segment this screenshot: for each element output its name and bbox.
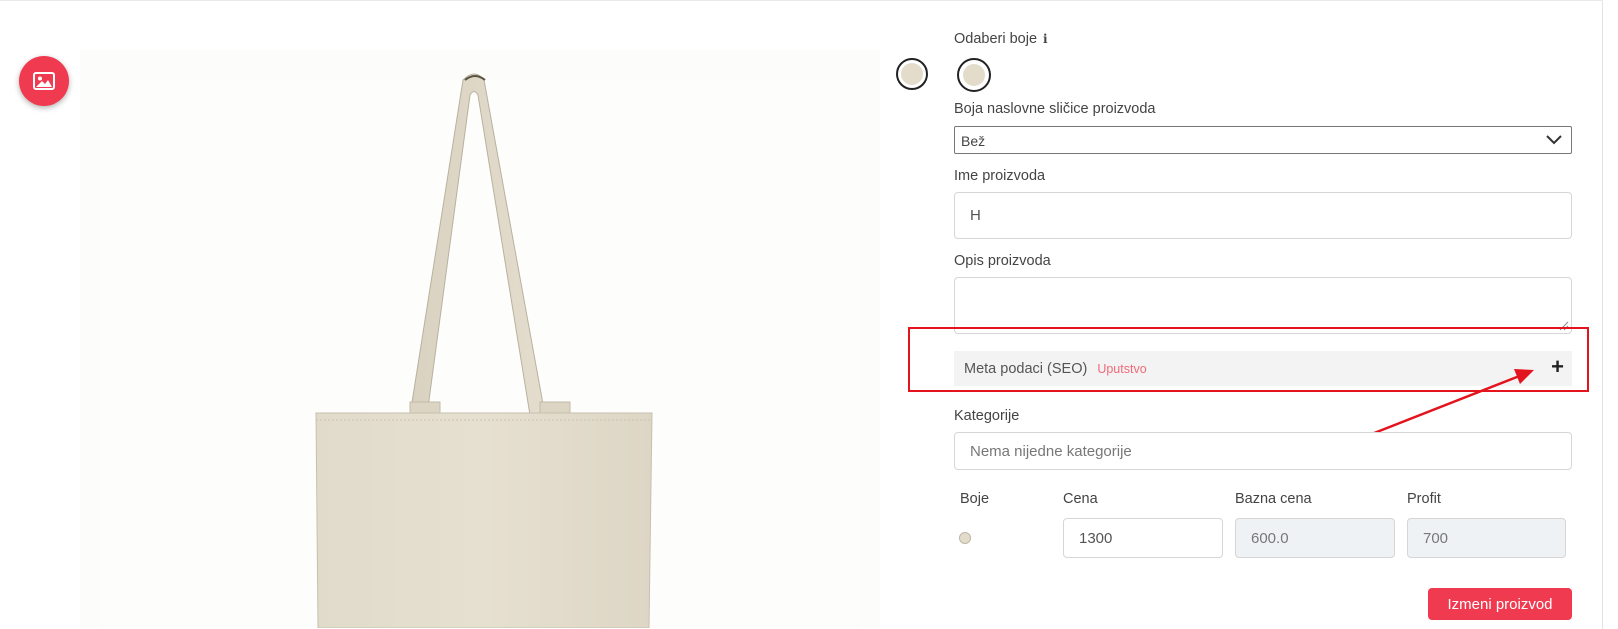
- description-label: Opis proizvoda: [954, 253, 1051, 269]
- color-dot: [963, 64, 985, 86]
- row-color-dot: [959, 532, 971, 544]
- profit-value: 700: [1423, 529, 1449, 547]
- pricing-header-base-price: Bazna cena: [1235, 491, 1312, 507]
- annotation-highlight-box: [908, 327, 1589, 392]
- base-price-field: 600.0: [1235, 518, 1395, 558]
- color-option-swatch[interactable]: [957, 58, 991, 92]
- pricing-header-profit: Profit: [1407, 491, 1441, 507]
- categories-label: Kategorije: [954, 408, 1020, 424]
- product-name-input[interactable]: H: [954, 192, 1572, 239]
- change-image-button[interactable]: [19, 56, 69, 106]
- thumbnail-color-select[interactable]: Bež: [954, 126, 1572, 154]
- info-icon[interactable]: i: [1043, 32, 1048, 46]
- thumbnail-color-label: Boja naslovne sličice proizvoda: [954, 101, 1156, 117]
- choose-colors-label: Odaberi boje i: [954, 31, 1048, 47]
- selected-color-swatch[interactable]: [896, 58, 928, 90]
- price-value: 1300: [1079, 529, 1113, 547]
- thumbnail-color-value: Bež: [961, 133, 986, 149]
- description-textarea[interactable]: [954, 277, 1572, 334]
- price-input[interactable]: 1300: [1063, 518, 1223, 558]
- product-preview: [80, 50, 880, 628]
- tote-bag-image: [100, 73, 860, 628]
- product-name-value: H: [970, 207, 981, 224]
- product-name-label: Ime proizvoda: [954, 168, 1046, 184]
- categories-input[interactable]: Nema nijedne kategorije: [954, 432, 1572, 470]
- update-product-button[interactable]: Izmeni proizvod: [1428, 588, 1572, 620]
- base-price-value: 600.0: [1251, 529, 1289, 547]
- image-icon: [33, 72, 55, 90]
- pricing-header-price: Cena: [1063, 491, 1098, 507]
- profit-field: 700: [1407, 518, 1566, 558]
- color-dot: [901, 63, 923, 85]
- pricing-header-colors: Boje: [960, 491, 990, 507]
- categories-placeholder: Nema nijedne kategorije: [970, 442, 1132, 460]
- chevron-down-icon: [1546, 135, 1562, 145]
